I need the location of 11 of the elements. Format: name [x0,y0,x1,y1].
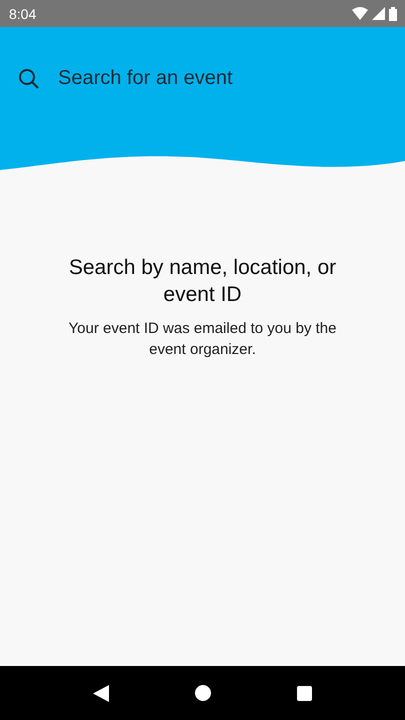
empty-state-message: Your event ID was emailed to you by the event organizer. [68,319,338,360]
wifi-icon [352,7,368,20]
recents-icon[interactable] [297,686,312,700]
battery-icon [389,6,397,20]
status-time: 8:04 [9,6,36,22]
home-icon[interactable] [195,685,211,701]
back-icon[interactable] [93,684,109,702]
signal-icon [372,7,385,20]
empty-state-title: Search by name, location, or event ID [68,255,338,308]
search-field[interactable]: Search for an event [58,67,387,90]
search-icon [18,68,40,90]
